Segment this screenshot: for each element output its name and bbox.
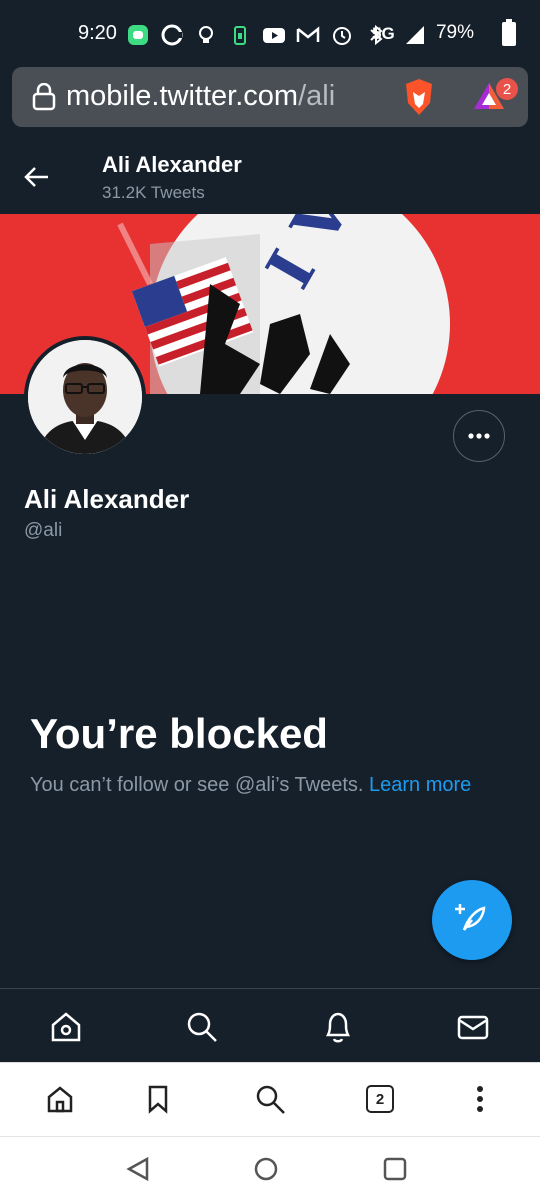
status-bar: 9:20 5G 79% [0,0,540,66]
network-type: 5G [372,24,395,43]
search-icon[interactable] [184,1009,220,1045]
header-name: Ali Alexander [102,152,242,177]
messages-icon[interactable] [455,1009,491,1045]
blocked-message-text: You can’t follow or see @ali’s Tweets. [30,774,364,796]
battery-percent: 79% [435,22,474,43]
profile-handle: @ali [24,520,63,541]
compose-feather-icon [454,900,490,941]
battery-saver-icon [228,23,252,47]
status-icons [126,22,388,48]
avatar-photo [28,340,142,454]
nav-home-icon[interactable] [252,1155,280,1183]
battery-icon [502,19,516,46]
avatar[interactable] [24,336,146,458]
profile-name: Ali Alexander [24,484,190,514]
chat-bubble-icon [126,23,150,47]
notifications-icon[interactable] [320,1009,356,1045]
url-bar[interactable]: mobile.twitter.com/ali [12,67,528,127]
url-path: /ali [298,80,336,112]
twitter-bottom-nav [0,988,540,1062]
youtube-icon [262,23,286,47]
nav-back-icon[interactable] [124,1155,152,1183]
nav-recents-icon[interactable] [381,1155,409,1183]
compose-tweet-button[interactable] [432,880,512,960]
alarm-icon [330,23,354,47]
home-icon[interactable] [48,1009,84,1045]
learn-more-link[interactable]: Learn more [369,774,471,796]
bookmark-icon[interactable] [140,1081,176,1117]
signal-icon [404,24,426,51]
browser-toolbar: 2 [0,1062,540,1136]
tabs-count: 2 [366,1085,394,1113]
tab-switcher-button[interactable]: 2 [362,1081,398,1117]
lightbulb-icon [194,23,218,47]
brave-shields-icon[interactable] [402,77,436,122]
back-arrow-icon[interactable] [22,162,52,197]
blocked-message: You can’t follow or see @ali’s Tweets. L… [30,774,471,797]
browser-menu-icon[interactable] [462,1081,498,1117]
lock-icon[interactable] [32,82,56,116]
blocked-title: You’re blocked [30,710,328,757]
c-app-icon [160,23,184,47]
status-time: 9:20 [78,22,117,44]
browser-search-icon[interactable] [252,1081,288,1117]
profile-header: Ali Alexander 31.2K Tweets [0,130,540,214]
more-options-button[interactable] [453,410,505,462]
url-text[interactable]: mobile.twitter.com/ali [66,80,335,113]
tweet-count: 31.2K Tweets [102,183,205,202]
rewards-badge: 2 [496,78,518,100]
url-host: mobile.twitter.com [66,80,299,112]
more-dots-icon [467,427,491,445]
android-nav-bar [0,1136,540,1200]
browser-home-icon[interactable] [42,1081,78,1117]
gmail-icon [296,23,320,47]
